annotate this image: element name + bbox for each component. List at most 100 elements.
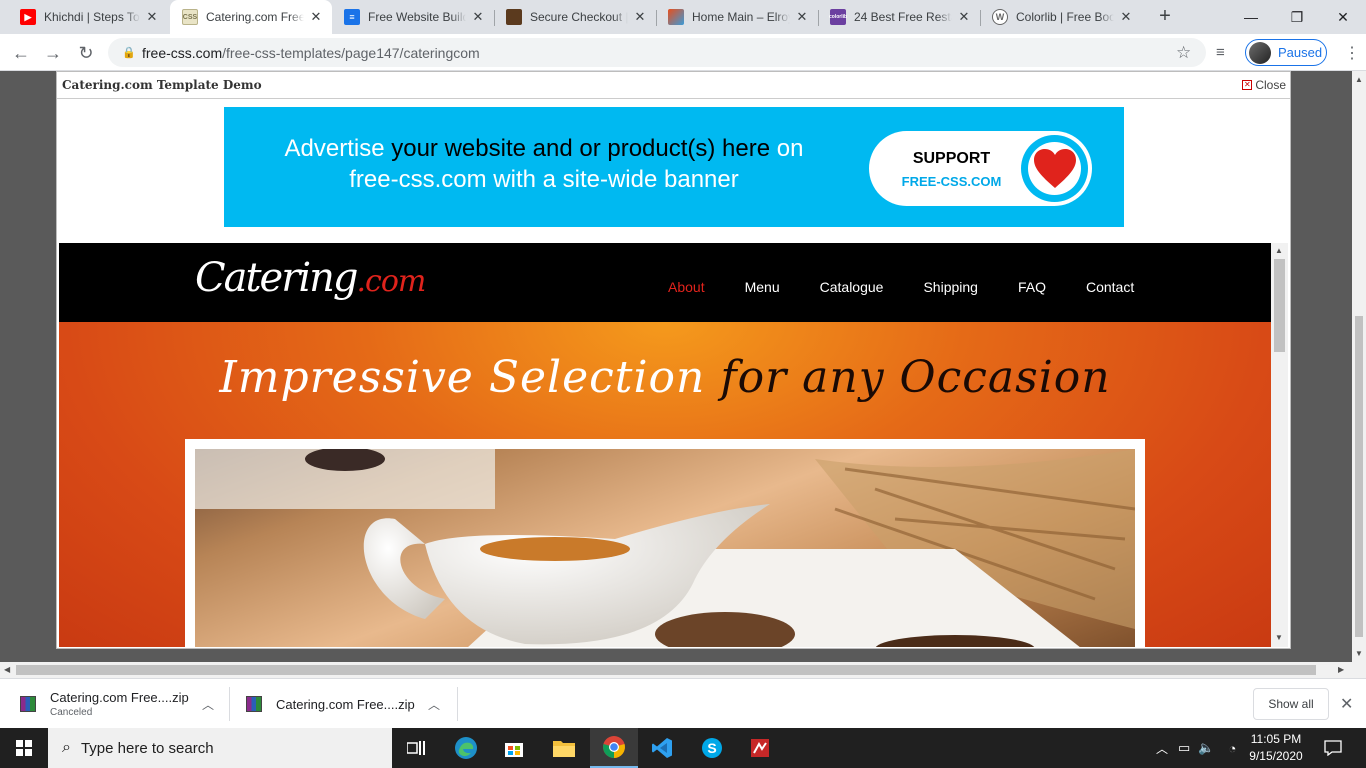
- scroll-up-arrow-icon[interactable]: ▲: [1275, 246, 1283, 255]
- page-vertical-scrollbar[interactable]: ▲ ▼: [1352, 71, 1366, 662]
- site-nav: About Menu Catalogue Shipping FAQ Contac…: [659, 279, 1174, 295]
- new-tab-button[interactable]: +: [1153, 5, 1177, 29]
- advertise-banner[interactable]: Advertise your website and or product(s)…: [224, 107, 1124, 227]
- system-tray: ︿ ▭ 🔈 ◔: [1156, 728, 1240, 768]
- demo-title: Catering.com Template Demo: [62, 78, 262, 92]
- close-tab-icon[interactable]: ✕: [144, 9, 160, 25]
- start-button[interactable]: [0, 728, 48, 768]
- app-button[interactable]: [736, 728, 784, 768]
- nav-about[interactable]: About: [668, 279, 705, 295]
- tab-secure-checkout[interactable]: Secure Checkout | ✕: [494, 0, 656, 34]
- nav-catalogue[interactable]: Catalogue: [820, 279, 884, 295]
- action-center-button[interactable]: [1324, 728, 1342, 768]
- close-tab-icon[interactable]: ✕: [308, 9, 324, 25]
- template-demo-frame: Catering.com Template Demo ✕ Close Adver…: [56, 71, 1291, 649]
- bookmark-star-icon[interactable]: ☆: [1176, 43, 1191, 63]
- close-tab-icon[interactable]: ✕: [470, 9, 486, 25]
- download-name: Catering.com Free....zip: [276, 696, 415, 712]
- close-tab-icon[interactable]: ✕: [632, 9, 648, 25]
- ad-line2: free-css.com with a site-wide banner: [349, 166, 739, 193]
- lock-icon[interactable]: 🔒: [122, 46, 136, 59]
- demo-close-button[interactable]: ✕ Close: [1242, 78, 1286, 92]
- chevron-up-icon[interactable]: ︿: [202, 696, 214, 713]
- tab-title: Secure Checkout |: [530, 10, 628, 24]
- windows-logo-icon: [16, 740, 32, 756]
- food-photo-art: [195, 449, 1135, 647]
- download-item[interactable]: Catering.com Free....zip ︿: [246, 679, 440, 729]
- reading-list-icon[interactable]: ≡: [1216, 44, 1225, 61]
- nav-contact[interactable]: Contact: [1086, 279, 1134, 295]
- more-menu-icon[interactable]: ⋮: [1344, 43, 1360, 63]
- skype-app-button[interactable]: S: [688, 728, 736, 768]
- file-explorer-button[interactable]: [540, 728, 588, 768]
- tab-home-main[interactable]: Home Main – Elroy ✕: [656, 0, 818, 34]
- scrollbar-thumb[interactable]: [1355, 316, 1363, 637]
- tab-title: Catering.com Free CSS Template: [206, 10, 304, 24]
- demo-close-label[interactable]: Close: [1255, 78, 1286, 92]
- nav-faq[interactable]: FAQ: [1018, 279, 1046, 295]
- demo-header: Catering.com Template Demo ✕ Close: [57, 72, 1290, 99]
- restore-button[interactable]: ❐: [1274, 0, 1320, 34]
- close-tab-icon[interactable]: ✕: [956, 9, 972, 25]
- advertise-text[interactable]: Advertise your website and or product(s)…: [224, 133, 864, 195]
- colorlib-icon: colorlib: [829, 9, 847, 25]
- scrollbar-thumb[interactable]: [1274, 259, 1285, 352]
- taskbar-clock[interactable]: 11:05 PM 9/15/2020: [1240, 731, 1312, 765]
- taskbar-search[interactable]: ⌕ Type here to search: [48, 728, 392, 768]
- nav-menu[interactable]: Menu: [745, 279, 780, 295]
- red-app-icon: [751, 739, 769, 757]
- close-icon[interactable]: ✕: [1340, 694, 1353, 714]
- back-button[interactable]: ←: [7, 39, 35, 67]
- download-item[interactable]: Catering.com Free....zip Canceled ︿: [20, 679, 214, 729]
- heart-icon: [1033, 148, 1076, 188]
- minimize-button[interactable]: —: [1228, 0, 1274, 34]
- notification-icon: [1324, 740, 1342, 756]
- battery-icon[interactable]: ▭: [1178, 740, 1190, 756]
- archive-icon: [246, 696, 262, 712]
- wifi-icon[interactable]: ◔: [1229, 741, 1237, 756]
- tab-colorlib[interactable]: W Colorlib | Free Bootstrap ✕: [980, 0, 1142, 34]
- svg-text:S: S: [707, 740, 716, 756]
- close-tab-icon[interactable]: ✕: [1118, 9, 1134, 25]
- tab-khichdi[interactable]: ▶ Khichdi | Steps To Make Khichdi ✕: [8, 0, 168, 34]
- close-icon[interactable]: ✕: [1242, 80, 1253, 90]
- tab-title: 24 Best Free Restaurant: [854, 10, 952, 24]
- chevron-up-icon[interactable]: ︿: [1156, 740, 1168, 757]
- scrollbar-thumb[interactable]: [16, 665, 1316, 675]
- close-tab-icon[interactable]: ✕: [794, 9, 810, 25]
- chevron-up-icon[interactable]: ︿: [428, 696, 440, 713]
- tab-24-best-restaurant[interactable]: colorlib 24 Best Free Restaurant ✕: [818, 0, 980, 34]
- page-horizontal-scrollbar[interactable]: ◀ ▶: [0, 662, 1366, 678]
- task-view-button[interactable]: [392, 728, 440, 768]
- url-host: free-css.com: [142, 44, 223, 61]
- reload-button[interactable]: ↻: [72, 39, 100, 67]
- scroll-right-arrow-icon[interactable]: ▶: [1338, 665, 1344, 674]
- scroll-down-arrow-icon[interactable]: ▼: [1355, 649, 1363, 658]
- tab-website-builder[interactable]: ≡ Free Website Builder ✕: [332, 0, 494, 34]
- chrome-app-button[interactable]: [590, 728, 638, 768]
- close-window-button[interactable]: ✕: [1320, 0, 1366, 34]
- volume-icon[interactable]: 🔈: [1198, 740, 1214, 756]
- scroll-up-arrow-icon[interactable]: ▲: [1355, 75, 1363, 84]
- tab-catering[interactable]: CSS Catering.com Free CSS Template ✕: [170, 0, 332, 34]
- show-all-button[interactable]: Show all: [1253, 688, 1329, 720]
- windows-taskbar: ⌕ Type here to search S ︿ ▭ 🔈 ◔ 11:05 PM…: [0, 728, 1366, 768]
- scroll-down-arrow-icon[interactable]: ▼: [1275, 633, 1283, 642]
- forward-button[interactable]: →: [39, 39, 67, 67]
- site-vertical-scrollbar[interactable]: ▲ ▼: [1271, 243, 1288, 647]
- store-app-button[interactable]: [490, 728, 538, 768]
- edge-app-button[interactable]: [442, 728, 490, 768]
- profile-button[interactable]: Paused: [1245, 39, 1327, 66]
- support-badge[interactable]: SUPPORT FREE-CSS.COM: [869, 131, 1092, 206]
- site-logo[interactable]: Catering.com: [195, 255, 426, 301]
- task-view-icon: [407, 741, 425, 755]
- scroll-left-arrow-icon[interactable]: ◀: [4, 665, 10, 674]
- tagline-dark: for any Occasion: [720, 352, 1111, 403]
- address-bar[interactable]: 🔒 free-css.com/free-css-templates/page14…: [108, 38, 1206, 67]
- nav-shipping[interactable]: Shipping: [923, 279, 978, 295]
- logo-main: Catering: [195, 255, 358, 301]
- elroy-icon: [668, 9, 684, 25]
- archive-icon: [20, 696, 36, 712]
- edge-icon: [455, 737, 477, 759]
- vscode-app-button[interactable]: [638, 728, 686, 768]
